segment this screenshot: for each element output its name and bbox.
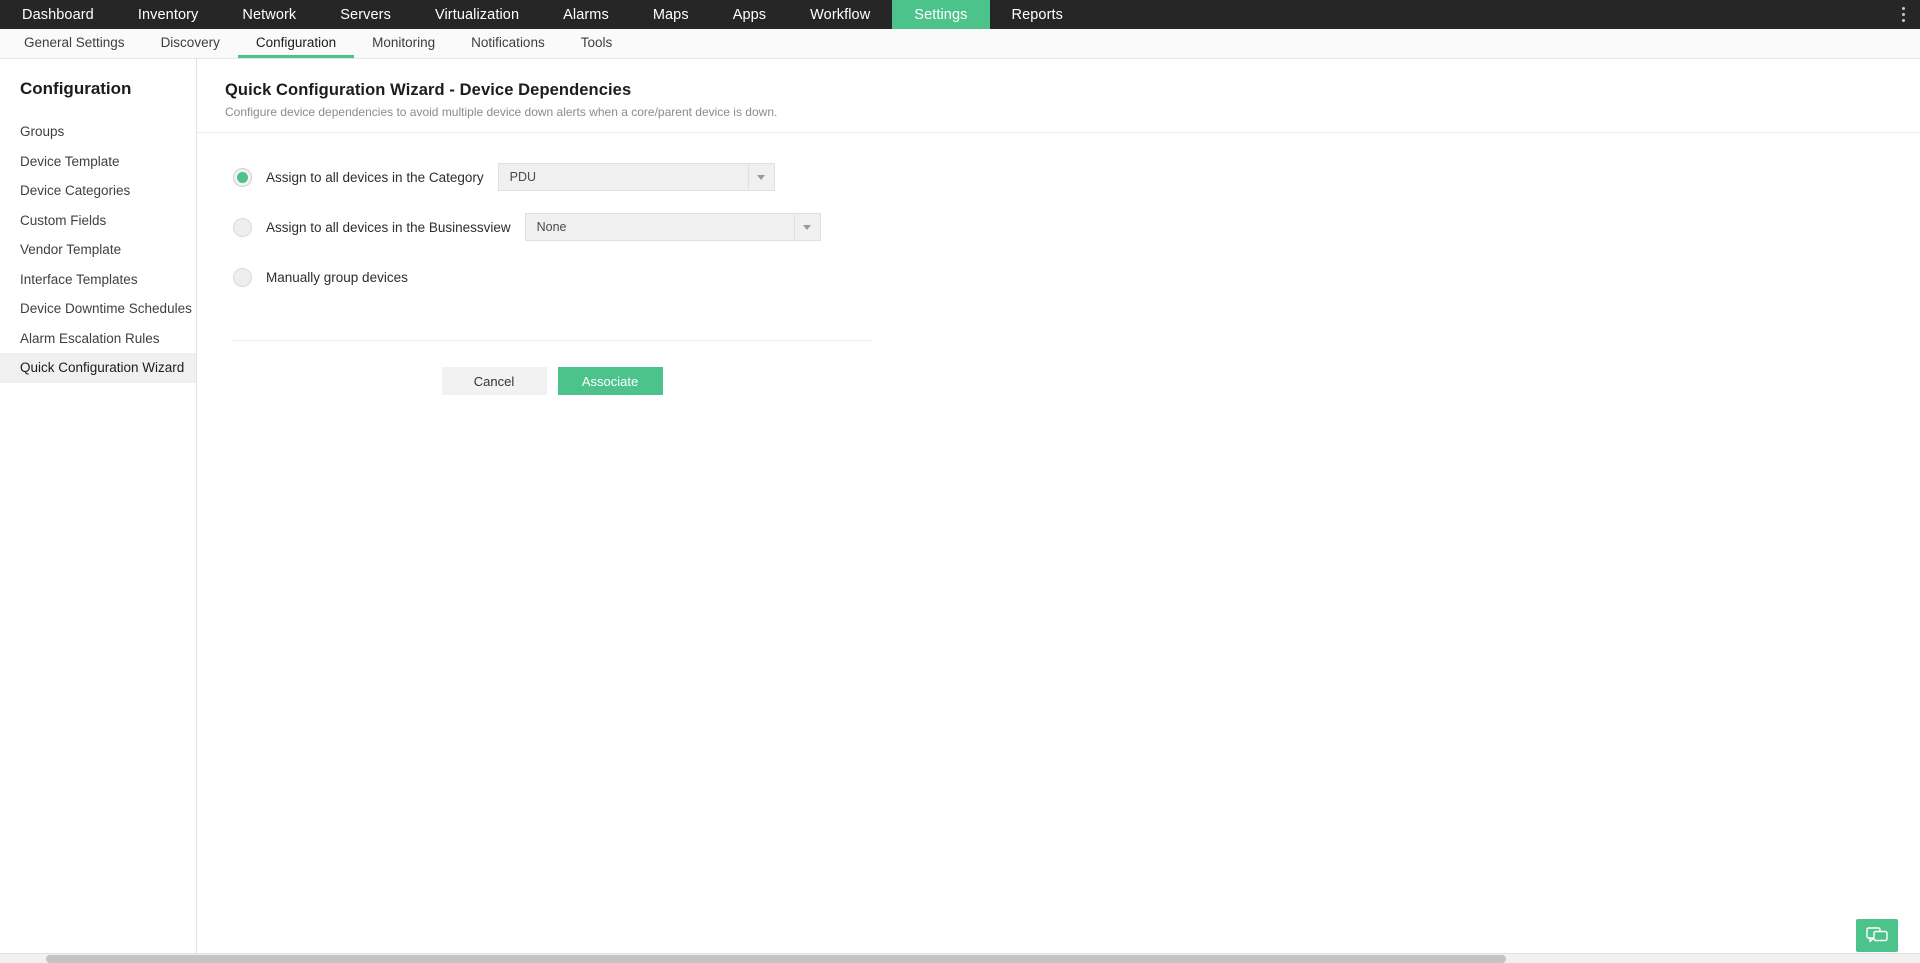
horizontal-scrollbar-thumb[interactable]: [46, 955, 1506, 963]
action-buttons: Cancel Associate: [233, 367, 871, 395]
subnav-item-configuration[interactable]: Configuration: [238, 29, 354, 58]
radio-assign-category[interactable]: [233, 168, 252, 187]
subnav-item-general-settings[interactable]: General Settings: [6, 29, 143, 58]
label-assign-businessview[interactable]: Assign to all devices in the Businessvie…: [266, 220, 511, 235]
sidebar-item-interface-templates[interactable]: Interface Templates: [0, 265, 196, 295]
businessview-select-value: None: [526, 220, 794, 234]
sidebar-item-device-downtime-schedules[interactable]: Device Downtime Schedules: [0, 294, 196, 324]
sidebar-item-vendor-template[interactable]: Vendor Template: [0, 235, 196, 265]
chevron-down-icon: [757, 175, 765, 180]
option-row-manual: Manually group devices: [225, 259, 1920, 295]
option-row-category: Assign to all devices in the Category PD…: [225, 159, 1920, 195]
page-subtitle: Configure device dependencies to avoid m…: [225, 105, 1920, 119]
category-select[interactable]: PDU: [498, 163, 775, 191]
topnav-item-dashboard[interactable]: Dashboard: [0, 0, 116, 29]
radio-dot-businessview: [237, 222, 248, 233]
subnav-item-discovery[interactable]: Discovery: [143, 29, 238, 58]
sidebar-title: Configuration: [0, 79, 196, 117]
topnav-item-servers[interactable]: Servers: [318, 0, 413, 29]
sidebar-item-device-categories[interactable]: Device Categories: [0, 176, 196, 206]
sidebar-item-custom-fields[interactable]: Custom Fields: [0, 206, 196, 236]
sub-navigation-bar: General Settings Discovery Configuration…: [0, 29, 1920, 59]
topnav-item-alarms[interactable]: Alarms: [541, 0, 631, 29]
horizontal-scrollbar[interactable]: [0, 953, 1920, 963]
option-row-businessview: Assign to all devices in the Businessvie…: [225, 209, 1920, 245]
topnav-item-maps[interactable]: Maps: [631, 0, 711, 29]
category-select-caret[interactable]: [748, 164, 774, 190]
kebab-dot-2: [1902, 13, 1905, 16]
subnav-item-monitoring[interactable]: Monitoring: [354, 29, 453, 58]
radio-dot-manual: [237, 272, 248, 283]
topnav-item-reports[interactable]: Reports: [990, 0, 1085, 29]
topnav-item-virtualization[interactable]: Virtualization: [413, 0, 541, 29]
topnav-spacer: [1085, 0, 1886, 29]
sidebar-item-alarm-escalation-rules[interactable]: Alarm Escalation Rules: [0, 324, 196, 354]
businessview-select-caret[interactable]: [794, 214, 820, 240]
top-navigation-bar: Dashboard Inventory Network Servers Virt…: [0, 0, 1920, 29]
sidebar-item-device-template[interactable]: Device Template: [0, 147, 196, 177]
subnav-item-notifications[interactable]: Notifications: [453, 29, 563, 58]
label-manually-group[interactable]: Manually group devices: [266, 270, 408, 285]
topnav-item-settings[interactable]: Settings: [892, 0, 989, 29]
businessview-select[interactable]: None: [525, 213, 821, 241]
label-assign-category[interactable]: Assign to all devices in the Category: [266, 170, 484, 185]
associate-button[interactable]: Associate: [558, 367, 663, 395]
topnav-item-apps[interactable]: Apps: [711, 0, 788, 29]
dependency-form: Assign to all devices in the Category PD…: [225, 133, 1920, 395]
cancel-button[interactable]: Cancel: [442, 367, 547, 395]
radio-manually-group[interactable]: [233, 268, 252, 287]
chat-widget-button[interactable]: [1856, 919, 1898, 952]
subnav-item-tools[interactable]: Tools: [563, 29, 631, 58]
radio-dot-category: [237, 172, 248, 183]
kebab-dot-1: [1902, 7, 1905, 10]
sidebar-item-quick-configuration-wizard[interactable]: Quick Configuration Wizard: [0, 353, 196, 383]
category-select-value: PDU: [499, 170, 748, 184]
main-content: Quick Configuration Wizard - Device Depe…: [197, 59, 1920, 963]
topnav-item-network[interactable]: Network: [220, 0, 318, 29]
chevron-down-icon: [803, 225, 811, 230]
topnav-item-inventory[interactable]: Inventory: [116, 0, 221, 29]
sidebar: Configuration Groups Device Template Dev…: [0, 59, 197, 963]
radio-assign-businessview[interactable]: [233, 218, 252, 237]
topnav-item-workflow[interactable]: Workflow: [788, 0, 892, 29]
kebab-menu-icon[interactable]: [1886, 0, 1920, 29]
page-title: Quick Configuration Wizard - Device Depe…: [225, 81, 1920, 100]
chat-bubbles-icon: [1866, 927, 1888, 945]
kebab-dot-3: [1902, 19, 1905, 22]
page-shell: Configuration Groups Device Template Dev…: [0, 59, 1920, 963]
actions-divider: [233, 340, 871, 341]
sidebar-item-groups[interactable]: Groups: [0, 117, 196, 147]
